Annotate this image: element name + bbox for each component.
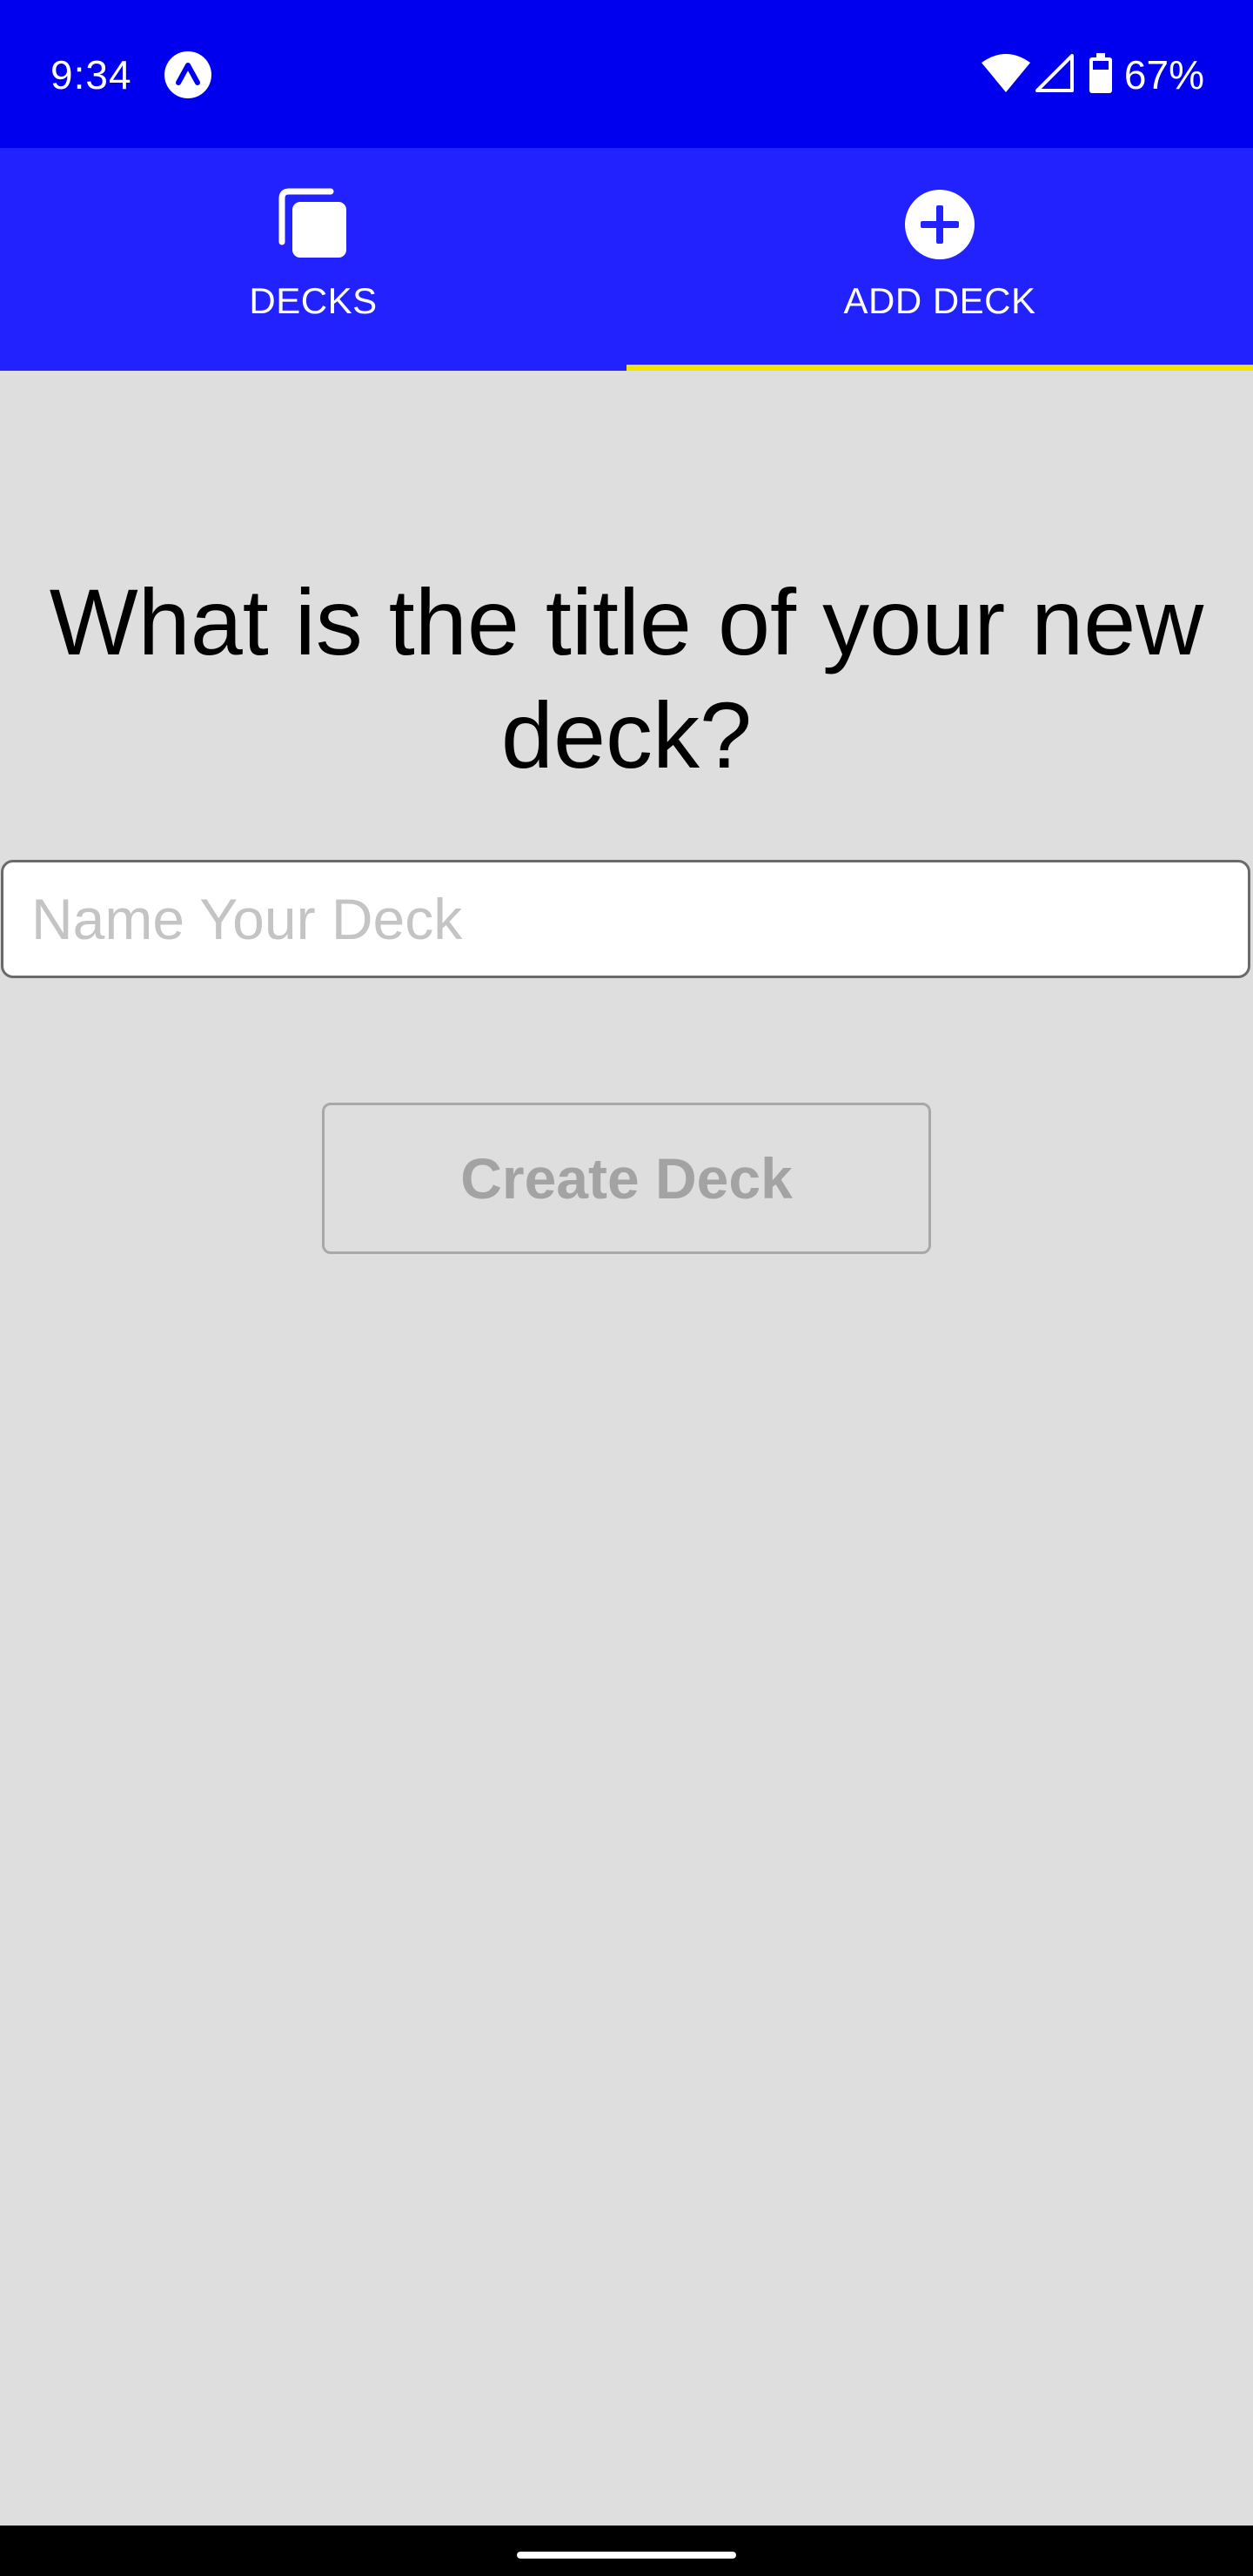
tab-add-deck[interactable]: ADD DECK: [626, 148, 1253, 371]
cell-signal-icon: [1035, 53, 1074, 97]
system-navigation-bar: [0, 2526, 1253, 2576]
deck-name-input[interactable]: [1, 860, 1250, 978]
battery-icon: [1089, 52, 1112, 97]
status-bar: 9:34 67%: [0, 0, 1253, 148]
tab-bar: DECKS ADD DECK: [0, 148, 1253, 371]
tab-decks[interactable]: DECKS: [0, 148, 626, 371]
status-indicators: 67%: [981, 49, 1204, 101]
home-gesture-handle[interactable]: [517, 2552, 736, 2559]
expo-icon: [164, 50, 212, 99]
tab-label: ADD DECK: [843, 280, 1036, 321]
add-circle-icon: [903, 188, 976, 261]
deck-title-question: What is the title of your new deck?: [49, 569, 1204, 788]
create-deck-button[interactable]: Create Deck: [322, 1103, 931, 1254]
status-time: 9:34: [50, 52, 132, 97]
wifi-icon: [981, 53, 1030, 97]
add-deck-screen: 9:34 67% DECKS ADD DECK What is the titl…: [0, 0, 1253, 2576]
decks-icon: [277, 188, 350, 261]
tab-label: DECKS: [249, 280, 378, 321]
battery-percentage: 67%: [1123, 52, 1204, 97]
active-tab-indicator: [626, 365, 1253, 371]
